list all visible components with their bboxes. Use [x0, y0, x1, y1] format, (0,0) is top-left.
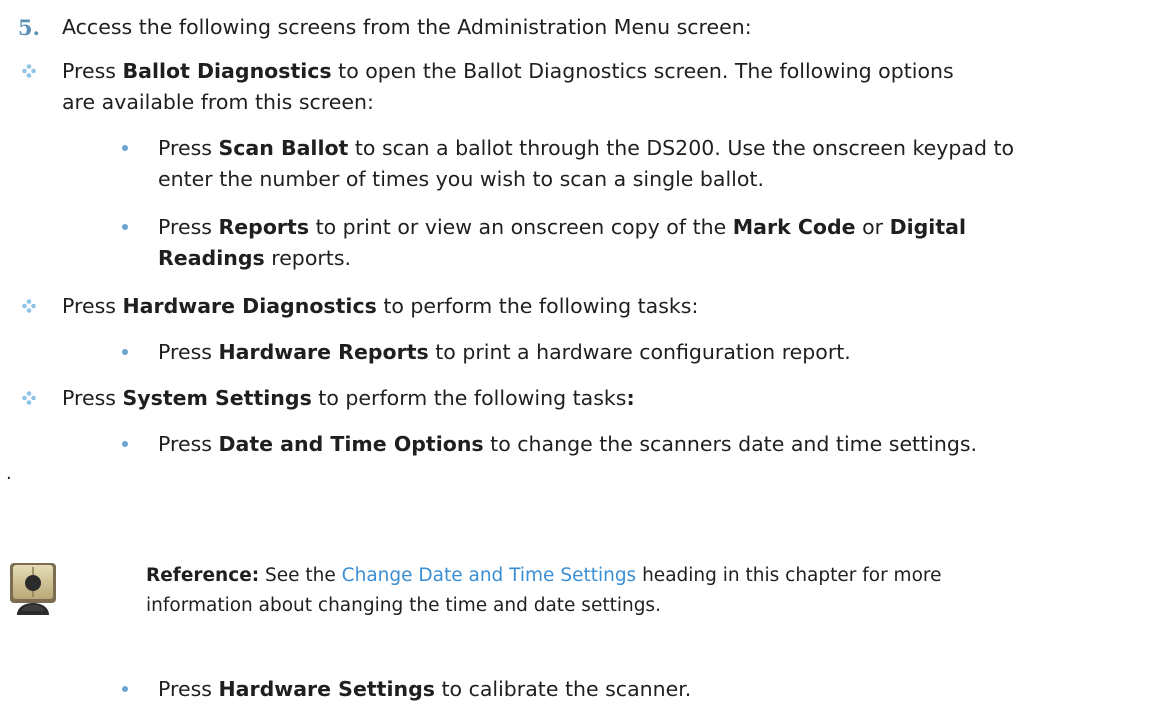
hardware-reports-desc: to print a hardware configuration report…: [428, 340, 851, 364]
round-bullet-icon: [122, 224, 128, 230]
press-text: Press: [158, 677, 219, 701]
reports-term: Reports: [218, 215, 310, 239]
step-number: 5.: [18, 15, 40, 40]
reference-book-icon: [10, 563, 56, 615]
hardware-desc: to perform the following tasks:: [376, 294, 699, 318]
system-settings-term: System Settings: [122, 386, 312, 410]
hardware-diagnostics-term: Hardware Diagnostics: [122, 294, 377, 318]
ballot-diagnostics-line2: are available from this screen:: [62, 90, 374, 114]
date-time-term: Date and Time Options: [218, 432, 484, 456]
reference-pre: See the: [259, 565, 342, 586]
reports-line2: Readings reports.: [158, 246, 351, 270]
press-text: Press: [62, 386, 123, 410]
date-time-desc: to change the scanners date and time set…: [483, 432, 978, 456]
digital-term: Digital: [889, 215, 966, 239]
hardware-settings-item: Press Hardware Settings to calibrate the…: [158, 677, 691, 701]
reference-line1: Reference: See the Change Date and Time …: [146, 564, 941, 588]
reference-line2: information about changing the time and …: [146, 594, 661, 618]
scan-ballot-desc: to scan a ballot through the DS200. Use …: [348, 136, 1015, 160]
scan-ballot-term: Scan Ballot: [218, 136, 349, 160]
system-desc: to perform the following tasks: [311, 386, 627, 410]
press-text: Press: [158, 215, 219, 239]
diamond-bullet-icon: [22, 64, 36, 78]
round-bullet-icon: [122, 686, 128, 692]
ballot-diagnostics-term: Ballot Diagnostics: [122, 59, 332, 83]
press-text: Press: [62, 59, 123, 83]
hardware-reports-term: Hardware Reports: [218, 340, 429, 364]
ballot-desc: to open the Ballot Diagnostics screen. T…: [331, 59, 954, 83]
readings-term: Readings: [158, 246, 265, 270]
press-text: Press: [158, 136, 219, 160]
reference-label: Reference:: [146, 565, 260, 586]
change-date-time-link[interactable]: Change Date and Time Settings: [342, 565, 637, 586]
diamond-bullet-icon: [22, 391, 36, 405]
reports-desc: to print or view an onscreen copy of the: [309, 215, 733, 239]
reference-desc-2: information about changing the time and …: [146, 595, 661, 616]
step-text-content: Access the following screens from the Ad…: [62, 15, 752, 39]
press-text: Press: [158, 432, 219, 456]
reports-or: or: [855, 215, 890, 239]
reports-item: Press Reports to print or view an onscre…: [158, 215, 966, 239]
reference-post: heading in this chapter for more: [636, 565, 942, 586]
ballot-desc-2: are available from this screen:: [62, 90, 374, 114]
hardware-settings-desc: to calibrate the scanner.: [434, 677, 692, 701]
mark-code-term: Mark Code: [732, 215, 856, 239]
diamond-bullet-icon: [22, 299, 36, 313]
scan-ballot-desc-2: enter the number of times you wish to sc…: [158, 167, 764, 191]
round-bullet-icon: [122, 349, 128, 355]
scan-ballot-line2: enter the number of times you wish to sc…: [158, 167, 764, 191]
round-bullet-icon: [122, 145, 128, 151]
hardware-reports-item: Press Hardware Reports to print a hardwa…: [158, 340, 851, 364]
system-settings-item: Press System Settings to perform the fol…: [62, 386, 635, 410]
hardware-settings-term: Hardware Settings: [218, 677, 435, 701]
press-text: Press: [158, 340, 219, 364]
stray-mark: .: [6, 463, 12, 484]
step-text: Access the following screens from the Ad…: [62, 15, 752, 39]
system-colon: :: [626, 386, 635, 410]
round-bullet-icon: [122, 441, 128, 447]
date-time-item: Press Date and Time Options to change th…: [158, 432, 977, 456]
scan-ballot-item: Press Scan Ballot to scan a ballot throu…: [158, 136, 1014, 160]
reports-desc-2: reports.: [264, 246, 352, 270]
hardware-diagnostics-item: Press Hardware Diagnostics to perform th…: [62, 294, 698, 318]
press-text: Press: [62, 294, 123, 318]
ballot-diagnostics-item: Press Ballot Diagnostics to open the Bal…: [62, 59, 954, 83]
